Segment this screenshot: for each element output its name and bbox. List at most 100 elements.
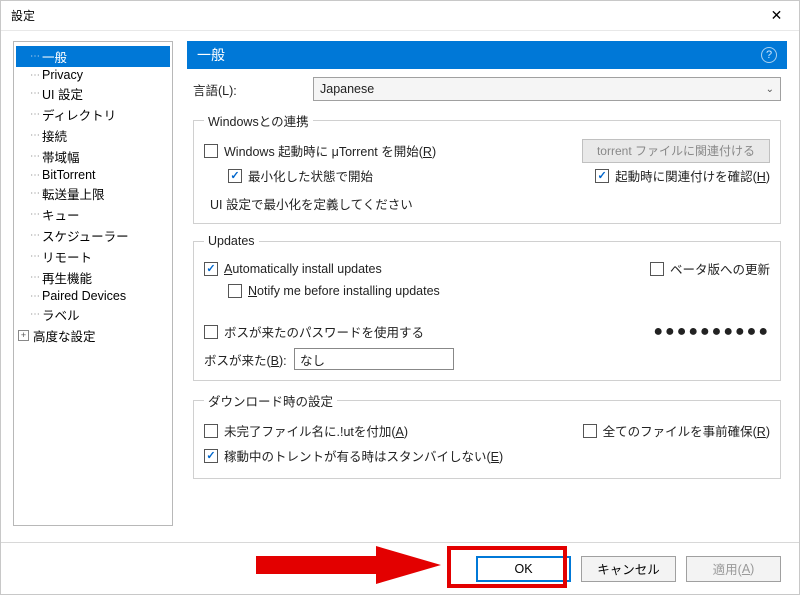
tree-connector-icon: ⋯ [30, 272, 39, 283]
sidebar-item-label: ラベル [42, 305, 80, 324]
sidebar-item-label: Privacy [42, 68, 83, 82]
language-value: Japanese [320, 82, 374, 96]
standby-checkbox[interactable] [204, 449, 218, 463]
tree-connector-icon: ⋯ [30, 151, 39, 162]
sidebar-item-label: スケジューラー [42, 226, 129, 245]
cancel-button[interactable]: キャンセル [581, 556, 676, 582]
beta-update-checkbox[interactable] [650, 262, 664, 276]
help-icon[interactable]: ? [761, 47, 777, 63]
sidebar-item[interactable]: ⋯Paired Devices [16, 288, 170, 304]
boss-key-label: ボスが来た(B): [204, 350, 294, 369]
check-assoc-checkbox[interactable] [595, 169, 609, 183]
window-title: 設定 [11, 7, 35, 24]
dialog-footer: OK キャンセル 適用(A) [1, 542, 799, 594]
body: ⋯一般⋯Privacy⋯UI 設定⋯ディレクトリ⋯接続⋯帯域幅⋯BitTorre… [1, 31, 799, 526]
boss-key-input[interactable]: なし [294, 348, 454, 370]
content-panel: 一般 ? 言語(L): Japanese ⌄ Windowsとの連携 [187, 41, 787, 526]
tree-connector-icon: ⋯ [30, 170, 39, 181]
language-select[interactable]: Japanese ⌄ [313, 77, 781, 101]
sidebar-item[interactable]: ⋯UI 設定 [16, 83, 170, 104]
panel-banner: 一般 ? [187, 41, 787, 69]
download-group: ダウンロード時の設定 未完了ファイル名に.!utを付加(A) 全てのファイルを事… [193, 391, 781, 479]
tree-connector-icon: ⋯ [30, 230, 39, 241]
windows-group: Windowsとの連携 Windows 起動時に μTorrent を開始(R)… [193, 111, 781, 224]
check-assoc-row[interactable]: 起動時に関連付けを確認(H) [595, 166, 770, 185]
notify-update-row[interactable]: Notify me before installing updates [228, 284, 770, 298]
sidebar-item[interactable]: ⋯BitTorrent [16, 167, 170, 183]
incomplete-ext-label: 未完了ファイル名に.!utを付加(A) [224, 421, 408, 440]
sidebar-tree[interactable]: ⋯一般⋯Privacy⋯UI 設定⋯ディレクトリ⋯接続⋯帯域幅⋯BitTorre… [13, 41, 173, 526]
sidebar-item[interactable]: ⋯一般 [16, 46, 170, 67]
sidebar-item-label: BitTorrent [42, 168, 96, 182]
sidebar-item-label: 接続 [42, 126, 67, 145]
panel-body: 言語(L): Japanese ⌄ Windowsとの連携 Windows 起動… [187, 69, 787, 526]
prealloc-row[interactable]: 全てのファイルを事前確保(R) [583, 421, 770, 440]
sidebar-item[interactable]: ⋯Privacy [16, 67, 170, 83]
ui-note: UI 設定で最小化を定義してください [210, 194, 770, 213]
sidebar-item[interactable]: ⋯再生機能 [16, 267, 170, 288]
start-with-windows-row[interactable]: Windows 起動時に μTorrent を開始(R) [204, 141, 436, 160]
tree-connector-icon: ⋯ [30, 130, 39, 141]
sidebar-item-label: 高度な設定 [33, 326, 96, 345]
tree-connector-icon: ⋯ [30, 88, 39, 99]
beta-update-row[interactable]: ベータ版への更新 [650, 259, 770, 278]
expand-icon[interactable]: + [18, 330, 29, 341]
sidebar-item[interactable]: ⋯帯域幅 [16, 146, 170, 167]
sidebar-item-label: 帯域幅 [42, 147, 80, 166]
notify-update-checkbox[interactable] [228, 284, 242, 298]
sidebar-item-label: キュー [42, 205, 80, 224]
download-legend: ダウンロード時の設定 [204, 391, 337, 410]
auto-update-label: Automatically install updates [224, 262, 382, 276]
associate-torrent-button[interactable]: torrent ファイルに関連付ける [582, 139, 770, 163]
tree-connector-icon: ⋯ [30, 291, 39, 302]
sidebar-item[interactable]: ⋯転送量上限 [16, 183, 170, 204]
start-with-windows-checkbox[interactable] [204, 144, 218, 158]
tree-connector-icon: ⋯ [30, 251, 39, 262]
sidebar-item-label: 一般 [42, 47, 67, 66]
incomplete-ext-row[interactable]: 未完了ファイル名に.!utを付加(A) [204, 421, 408, 440]
sidebar-item[interactable]: ⋯ラベル [16, 304, 170, 325]
boss-pw-mask: ●●●●●●●●●● [653, 323, 770, 341]
apply-button[interactable]: 適用(A) [686, 556, 781, 582]
start-minimized-row[interactable]: 最小化した状態で開始 [228, 166, 373, 185]
sidebar-item[interactable]: ⋯接続 [16, 125, 170, 146]
sidebar-item[interactable]: ⋯リモート [16, 246, 170, 267]
boss-pw-label: ボスが来たのパスワードを使用する [224, 322, 424, 341]
beta-update-label: ベータ版への更新 [670, 259, 770, 278]
sidebar-item-label: ディレクトリ [42, 105, 116, 124]
notify-update-label: Notify me before installing updates [248, 284, 440, 298]
updates-legend: Updates [204, 234, 259, 248]
sidebar-item-label: リモート [42, 247, 92, 266]
standby-label: 稼動中のトレントが有る時はスタンバイしない(E) [224, 446, 503, 465]
boss-pw-checkbox[interactable] [204, 325, 218, 339]
updates-group: Updates Automatically install updates ベー… [193, 234, 781, 381]
prealloc-label: 全てのファイルを事前確保(R) [603, 421, 770, 440]
panel-title: 一般 [197, 45, 225, 65]
windows-legend: Windowsとの連携 [204, 111, 313, 130]
auto-update-row[interactable]: Automatically install updates [204, 262, 382, 276]
close-icon: ✕ [771, 7, 783, 24]
check-assoc-label: 起動時に関連付けを確認(H) [615, 166, 770, 185]
language-row: 言語(L): Japanese ⌄ [193, 77, 781, 101]
tree-connector-icon: ⋯ [30, 309, 39, 320]
start-minimized-checkbox[interactable] [228, 169, 242, 183]
start-minimized-label: 最小化した状態で開始 [248, 166, 373, 185]
sidebar-item-label: Paired Devices [42, 289, 126, 303]
start-with-windows-label: Windows 起動時に μTorrent を開始(R) [224, 141, 436, 160]
ok-button[interactable]: OK [476, 556, 571, 582]
boss-pw-row[interactable]: ボスが来たのパスワードを使用する [204, 322, 424, 341]
prealloc-checkbox[interactable] [583, 424, 597, 438]
incomplete-ext-checkbox[interactable] [204, 424, 218, 438]
close-button[interactable]: ✕ [754, 1, 799, 31]
titlebar: 設定 ✕ [1, 1, 799, 31]
sidebar-item[interactable]: + 高度な設定 [16, 325, 170, 346]
sidebar-item[interactable]: ⋯ディレクトリ [16, 104, 170, 125]
sidebar-item-label: 再生機能 [42, 268, 92, 287]
sidebar-item[interactable]: ⋯キュー [16, 204, 170, 225]
tree-connector-icon: ⋯ [30, 109, 39, 120]
sidebar-item-label: UI 設定 [42, 84, 83, 103]
auto-update-checkbox[interactable] [204, 262, 218, 276]
standby-row[interactable]: 稼動中のトレントが有る時はスタンバイしない(E) [204, 446, 770, 465]
boss-key-row: ボスが来た(B): なし [204, 348, 770, 370]
sidebar-item[interactable]: ⋯スケジューラー [16, 225, 170, 246]
